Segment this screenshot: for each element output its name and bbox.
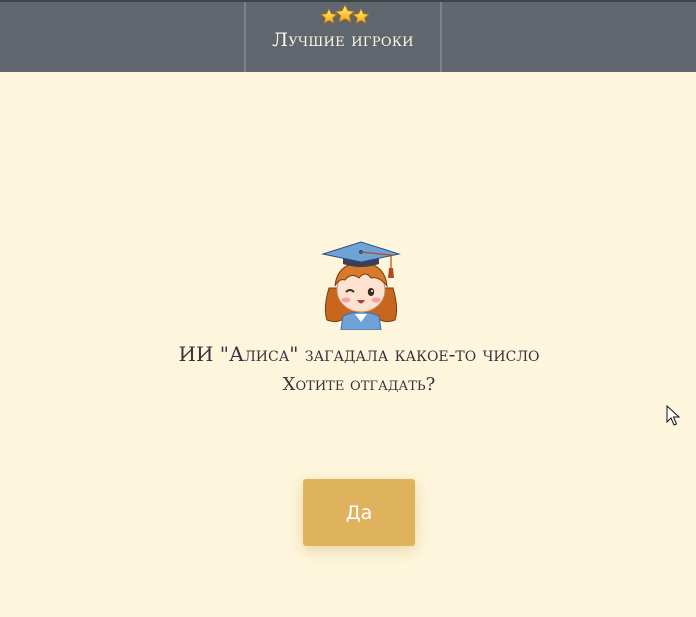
message-line-1: ИИ "Алиса" загадала какое-то число [178, 342, 540, 366]
message-line-2: Хотите отгадать? [282, 374, 436, 395]
leaderboard-label: Лучшие игроки [272, 29, 414, 51]
yes-button[interactable]: Да [303, 479, 415, 546]
stars-icon [320, 4, 370, 24]
graduate-girl-icon [321, 241, 401, 330]
leaderboard-button[interactable]: Лучшие игроки [244, 2, 442, 72]
top-bar: Лучшие игроки [0, 0, 696, 72]
mouse-cursor-icon [666, 405, 680, 426]
